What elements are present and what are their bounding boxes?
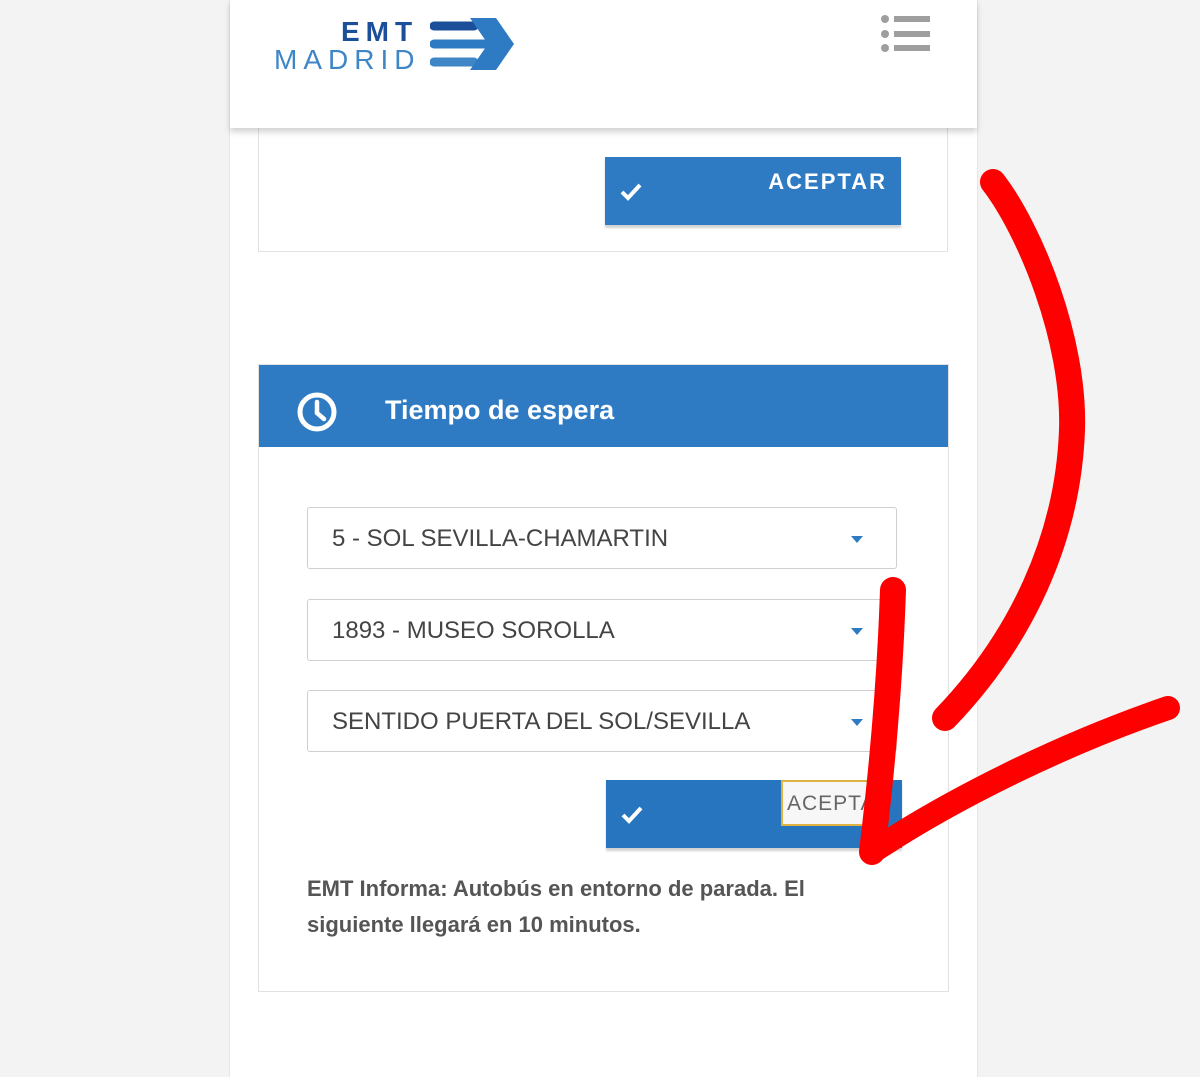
line-select[interactable]: 5 - SOL SEVILLA-CHAMARTIN bbox=[307, 507, 897, 569]
card-title: Tiempo de espera bbox=[385, 395, 615, 425]
caret-down-icon bbox=[851, 628, 863, 635]
accept-button-label-focused: ACEPTAR bbox=[781, 780, 873, 826]
logo-madrid-text: MADRID bbox=[274, 44, 421, 75]
wait-time-card-header: Tiempo de espera bbox=[259, 365, 948, 447]
arrival-info-text: EMT Informa: Autobús en entorno de parad… bbox=[307, 876, 805, 937]
emt-logo-mark-icon bbox=[430, 18, 514, 70]
caret-down-icon bbox=[851, 719, 863, 726]
header: EMT MADRID bbox=[230, 0, 977, 128]
direction-select-value: SENTIDO PUERTA DEL SOL/SEVILLA bbox=[332, 708, 751, 735]
stop-select-value: 1893 - MUSEO SOROLLA bbox=[332, 617, 615, 644]
checkmark-icon bbox=[620, 183, 642, 201]
clock-icon bbox=[297, 392, 337, 432]
accept-button-label: ACEPTAR bbox=[768, 169, 887, 194]
list-menu-icon[interactable] bbox=[880, 14, 932, 54]
accept-button-top[interactable]: ACEPTAR bbox=[605, 157, 901, 225]
line-select-value: 5 - SOL SEVILLA-CHAMARTIN bbox=[332, 525, 669, 552]
caret-down-icon bbox=[851, 536, 863, 543]
stop-select[interactable]: 1893 - MUSEO SOROLLA bbox=[307, 599, 897, 661]
wait-time-card: Tiempo de espera 5 - SOL SEVILLA-CHAMART… bbox=[258, 364, 949, 992]
mobile-page: EMT MADRID ACEPTAR Tiempo de espera 5 - … bbox=[229, 0, 978, 1077]
direction-select[interactable]: SENTIDO PUERTA DEL SOL/SEVILLA bbox=[307, 690, 897, 752]
accept-button-wait-time[interactable]: ACEPTAR bbox=[606, 780, 902, 848]
checkmark-icon bbox=[621, 806, 643, 824]
